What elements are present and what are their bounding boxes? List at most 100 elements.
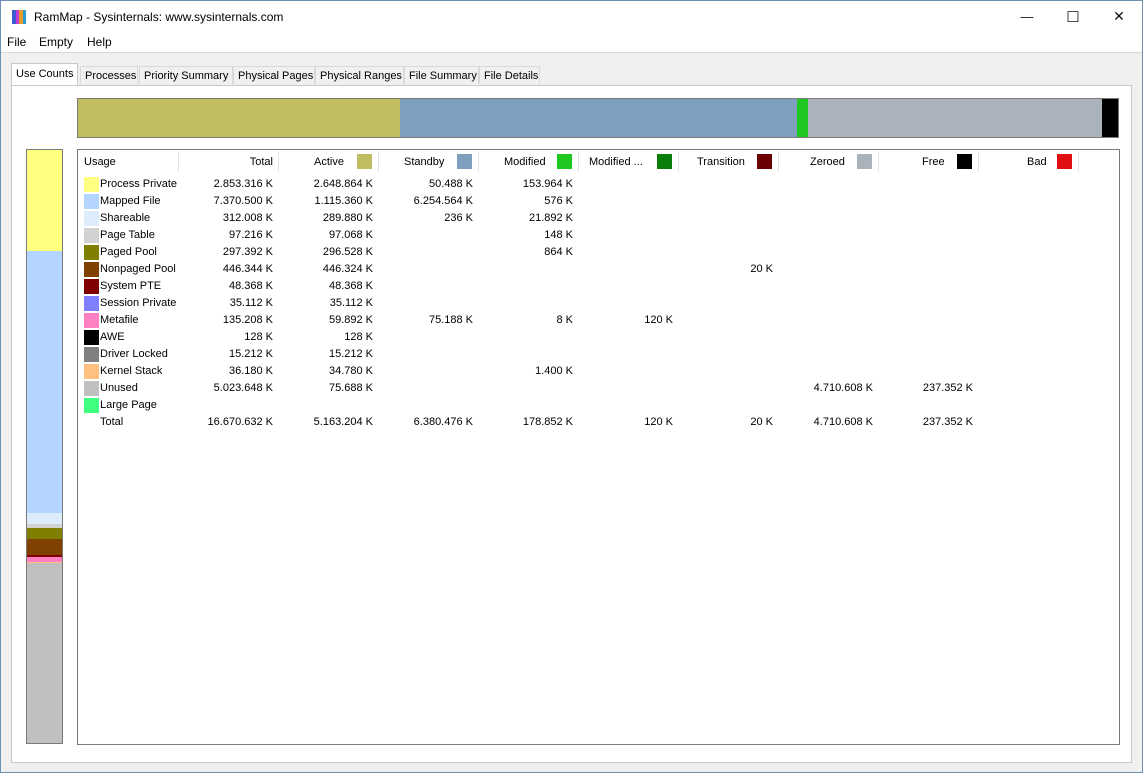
cell-value: 135.208 K: [222, 314, 273, 326]
hbar-modified: [797, 99, 808, 137]
tab-priority-summary[interactable]: Priority Summary: [139, 66, 233, 84]
table-row[interactable]: Mapped File 7.370.500 K 1.115.360 K 6.254.5…: [78, 193, 1078, 210]
cell-value: 4.710.608 K: [813, 416, 873, 428]
usage-color-swatch: [84, 279, 99, 294]
cell-value: 120 K: [644, 416, 673, 428]
table-row[interactable]: Driver Locked 15.212 K 15.212 K: [78, 346, 1078, 363]
table-row[interactable]: Shareable 312.008 K 289.880 K 236 K 21.892 K: [78, 210, 1078, 227]
bad-color-swatch: [1057, 154, 1072, 169]
modified-color-swatch: [557, 154, 572, 169]
maximize-button[interactable]: ☐: [1050, 1, 1096, 32]
cell-value: 7.370.500 K: [213, 195, 273, 207]
title-bar[interactable]: RamMap - Sysinternals: www.sysinternals.…: [1, 1, 1142, 32]
column-header-modified-no-write[interactable]: Modified ...: [579, 150, 679, 174]
zeroed-color-swatch: [857, 154, 872, 169]
hbar-zeroed: [808, 99, 1102, 137]
table-row[interactable]: Total 16.670.632 K 5.163.204 K 6.380.476 K 1…: [78, 414, 1078, 431]
tab-use-counts[interactable]: Use Counts: [11, 63, 78, 85]
table-row[interactable]: AWE 128 K 128 K: [78, 329, 1078, 346]
table-row[interactable]: Nonpaged Pool 446.344 K 446.324 K 20 K: [78, 261, 1078, 278]
modified-no-write-color-swatch: [657, 154, 672, 169]
hbar-active: [78, 99, 400, 137]
cell-value: 97.216 K: [228, 229, 273, 241]
menu-bar: File Empty Help: [1, 32, 1142, 53]
cell-value: 35.112 K: [329, 297, 373, 309]
cell-value: 446.344 K: [222, 263, 273, 275]
usage-name: Shareable: [100, 212, 151, 224]
cell-value: 75.188 K: [428, 314, 473, 326]
usage-color-swatch: [84, 347, 99, 362]
column-header-transition[interactable]: Transition: [679, 150, 779, 174]
table-row[interactable]: Process Private 2.853.316 K 2.648.864 K 50.…: [78, 176, 1078, 193]
tab-physical-pages[interactable]: Physical Pages: [233, 66, 315, 84]
cell-value: 16.670.632 K: [207, 416, 273, 428]
cell-value: 2.648.864 K: [313, 178, 373, 190]
table-row[interactable]: Metafile 135.208 K 59.892 K 75.188 K 8 K 120 …: [78, 312, 1078, 329]
table-row[interactable]: Unused 5.023.648 K 75.688 K 4.710.608 K 237.…: [78, 380, 1078, 397]
column-header-free[interactable]: Free: [879, 150, 979, 174]
close-button[interactable]: ✕: [1096, 1, 1142, 32]
column-header-total[interactable]: Total: [179, 150, 279, 174]
usage-name: Session Private: [100, 297, 177, 309]
cell-value: 48.368 K: [328, 280, 373, 292]
column-label: Transition: [697, 156, 745, 168]
use-counts-grid[interactable]: Usage Total Active Standby Modified Modi…: [77, 149, 1120, 745]
table-row[interactable]: Paged Pool 297.392 K 296.528 K 864 K: [78, 244, 1078, 261]
usage-name: Total: [100, 416, 124, 428]
column-header-usage[interactable]: Usage: [78, 150, 179, 174]
menu-empty[interactable]: Empty: [39, 35, 73, 49]
standby-color-swatch: [457, 154, 472, 169]
usage-vertical-bar: [26, 149, 63, 744]
usage-color-swatch: [84, 330, 99, 345]
table-row[interactable]: System PTE 48.368 K 48.368 K: [78, 278, 1078, 295]
usage-color-swatch: [84, 296, 99, 311]
usage-color-swatch: [84, 364, 99, 379]
usage-color-swatch: [84, 228, 99, 243]
cell-value: 59.892 K: [328, 314, 373, 326]
column-header-bad[interactable]: Bad: [979, 150, 1079, 174]
column-header-zeroed[interactable]: Zeroed: [779, 150, 879, 174]
cell-value: 21.892 K: [528, 212, 573, 224]
rammap-app-icon: [12, 10, 26, 24]
column-header-active[interactable]: Active: [279, 150, 379, 174]
column-label: Standby: [404, 156, 445, 168]
cell-value: 297.392 K: [222, 246, 273, 258]
cell-value: 97.068 K: [328, 229, 373, 241]
cell-value: 128 K: [344, 331, 373, 343]
tab-file-details[interactable]: File Details: [479, 66, 540, 84]
column-header-modified[interactable]: Modified: [479, 150, 579, 174]
table-row[interactable]: Page Table 97.216 K 97.068 K 148 K: [78, 227, 1078, 244]
usage-name: Unused: [100, 382, 138, 394]
cell-value: 148 K: [544, 229, 573, 241]
tab-file-summary[interactable]: File Summary: [404, 66, 479, 84]
table-row[interactable]: Kernel Stack 36.180 K 34.780 K 1.400 K: [78, 363, 1078, 380]
vbar-nonpaged-pool: [27, 539, 62, 555]
window-title: RamMap - Sysinternals: www.sysinternals.…: [34, 10, 284, 24]
tab-physical-ranges[interactable]: Physical Ranges: [315, 66, 404, 84]
cell-value: 289.880 K: [322, 212, 373, 224]
table-row[interactable]: Large Page: [78, 397, 1078, 414]
tab-processes[interactable]: Processes: [80, 66, 138, 84]
column-label: Active: [314, 156, 344, 168]
cell-value: 20 K: [750, 263, 773, 275]
menu-file[interactable]: File: [7, 35, 26, 49]
menu-help[interactable]: Help: [87, 35, 112, 49]
cell-value: 128 K: [244, 331, 273, 343]
usage-name: Mapped File: [100, 195, 161, 207]
usage-name: Large Page: [100, 399, 157, 411]
minimize-button[interactable]: —: [1004, 1, 1050, 32]
usage-name: Paged Pool: [100, 246, 157, 258]
transition-color-swatch: [757, 154, 772, 169]
usage-name: Process Private: [100, 178, 178, 190]
active-color-swatch: [357, 154, 372, 169]
column-header-standby[interactable]: Standby: [379, 150, 479, 174]
column-label: Bad: [1027, 156, 1047, 168]
usage-color-swatch: [84, 194, 99, 209]
table-row[interactable]: Session Private 35.112 K 35.112 K: [78, 295, 1078, 312]
column-label: Free: [922, 156, 945, 168]
vbar-process-private: [27, 150, 62, 251]
usage-color-swatch: [84, 177, 99, 192]
usage-color-swatch: [84, 313, 99, 328]
column-label: Total: [249, 156, 273, 168]
cell-value: 5.163.204 K: [313, 416, 373, 428]
